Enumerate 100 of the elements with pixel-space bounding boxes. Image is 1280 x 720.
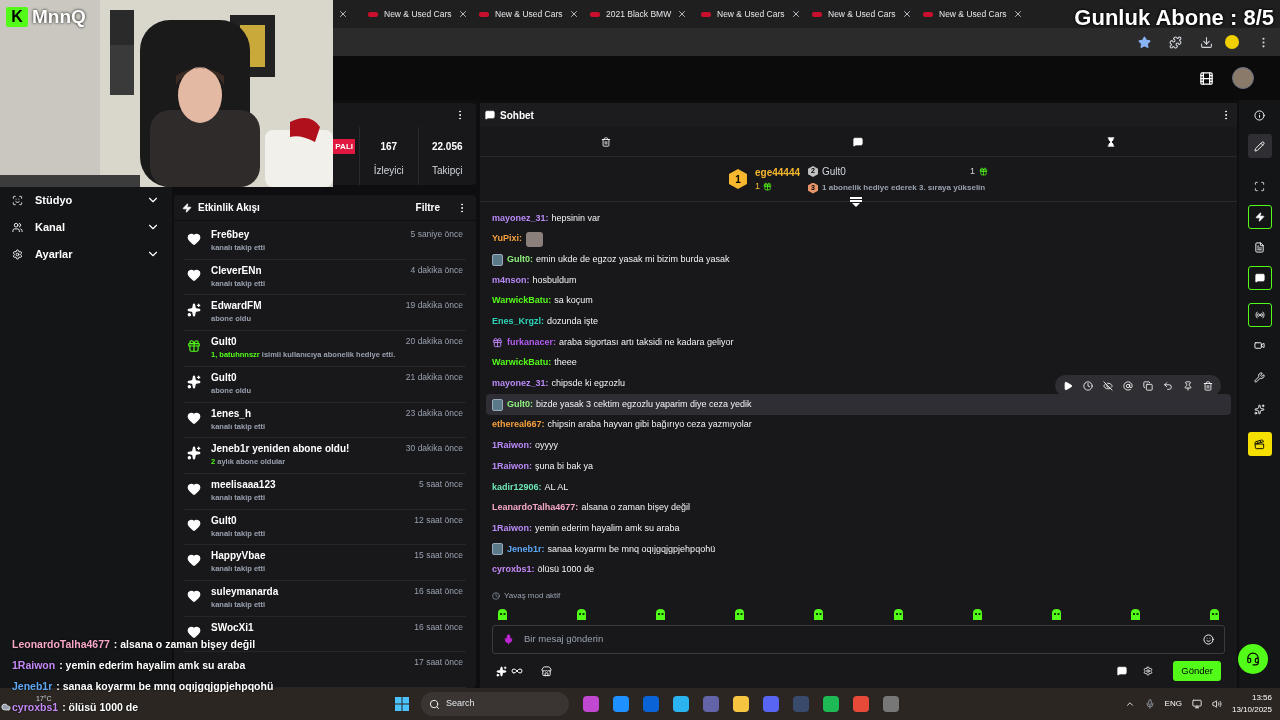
browser-tab[interactable]: New & Used Cars <box>828 7 896 21</box>
chat-username[interactable]: m4nson: <box>492 273 530 288</box>
download-icon[interactable] <box>1200 35 1213 49</box>
settings-icon[interactable] <box>1143 666 1154 676</box>
chat-username[interactable]: cyroxbs1: <box>492 563 535 577</box>
app-icon[interactable] <box>823 696 839 712</box>
language-indicator[interactable]: ENG <box>1164 698 1182 710</box>
close-tab-icon[interactable] <box>457 9 468 19</box>
hourglass-icon[interactable] <box>1105 136 1116 147</box>
support-button[interactable] <box>1237 644 1268 674</box>
emote-icon[interactable] <box>1049 607 1063 621</box>
browser-tab[interactable]: 2021 Black BMW <box>606 7 672 21</box>
sidebar-item[interactable]: Stüdyo <box>12 190 160 210</box>
chat-username[interactable]: 1Raiwon: <box>492 459 532 474</box>
chat-settings-icon[interactable] <box>1117 666 1128 676</box>
bookmark-icon[interactable] <box>1138 35 1151 49</box>
message-field[interactable]: Bir mesaj gönderin <box>524 632 1193 647</box>
play-icon[interactable] <box>1063 380 1073 391</box>
clapper-button[interactable] <box>1247 432 1272 456</box>
store-icon[interactable] <box>541 665 552 677</box>
close-tab-icon[interactable] <box>677 9 688 19</box>
start-icon[interactable] <box>395 697 409 711</box>
mention-icon[interactable] <box>1123 380 1133 391</box>
taskbar-search[interactable]: Search <box>421 692 569 716</box>
camera-icon[interactable] <box>1254 340 1265 351</box>
volume-icon[interactable] <box>1211 699 1222 709</box>
close-tab-icon[interactable] <box>790 9 801 19</box>
emoji-icon[interactable] <box>1203 634 1214 645</box>
sidebar-item[interactable]: Ayarlar <box>12 244 160 264</box>
clock-time[interactable]: 13:56 <box>1251 692 1272 704</box>
chat-icon[interactable] <box>853 136 864 147</box>
hide-icon[interactable] <box>1103 380 1113 391</box>
app-icon[interactable] <box>883 696 899 712</box>
emote-icon[interactable] <box>654 607 668 621</box>
emote-icon[interactable] <box>970 607 984 621</box>
send-button[interactable]: Gönder <box>1173 661 1221 681</box>
close-tab-icon[interactable] <box>1012 9 1023 19</box>
app-icon[interactable] <box>613 696 629 712</box>
app-icon[interactable] <box>583 696 599 712</box>
emote-icon[interactable] <box>812 607 826 621</box>
emote-icon[interactable] <box>891 607 905 621</box>
message-input[interactable]: Bir mesaj gönderin <box>492 625 1225 654</box>
close-tab-icon[interactable] <box>338 9 348 19</box>
chat-username[interactable]: Enes_Krgzl: <box>492 315 544 329</box>
microphone-icon[interactable] <box>503 634 514 645</box>
chat-username[interactable]: kadir12906: <box>492 480 542 495</box>
pin-icon[interactable] <box>1183 380 1193 391</box>
copy-icon[interactable] <box>1143 380 1153 391</box>
wrench-icon[interactable] <box>1254 372 1265 383</box>
trash-icon[interactable] <box>1203 380 1213 391</box>
quick-actions-button[interactable] <box>1247 205 1272 229</box>
browser-tab[interactable]: New & Used Cars <box>939 7 1007 21</box>
screen-icon[interactable] <box>1254 181 1265 192</box>
emote-icon[interactable] <box>1128 607 1142 621</box>
chat-message[interactable]: Gult0: bizde yasak 3 cektim egzozlu yaparim diye ceza yedik <box>486 394 1231 415</box>
clock-icon[interactable] <box>1083 380 1093 391</box>
chat-username[interactable]: ethereal667: <box>492 418 545 432</box>
chat-username[interactable]: Jeneb1r: <box>507 542 545 557</box>
user-avatar[interactable] <box>1232 67 1254 89</box>
edit-button[interactable] <box>1247 134 1272 158</box>
undo-icon[interactable] <box>1163 380 1173 391</box>
app-icon[interactable] <box>853 696 869 712</box>
clip-icon[interactable] <box>1199 70 1214 86</box>
chat-toggle-button[interactable] <box>1247 266 1272 290</box>
trash-icon[interactable] <box>601 136 612 147</box>
chat-username[interactable]: 1Raiwon: <box>492 439 532 453</box>
chat-username[interactable]: WarwickBatu: <box>492 356 552 370</box>
app-icon[interactable] <box>733 696 749 712</box>
event-name: 1enes_h <box>211 407 252 420</box>
chat-username[interactable]: furkanacer: <box>507 335 557 350</box>
profile-avatar[interactable] <box>1225 35 1239 49</box>
tray-expand-icon[interactable] <box>1124 699 1135 709</box>
notes-icon[interactable] <box>1254 242 1265 253</box>
browser-tab[interactable]: New & Used Cars <box>495 7 563 21</box>
extensions-icon[interactable] <box>1169 35 1182 49</box>
clock-date[interactable]: 13/10/2025 <box>1231 704 1272 716</box>
info-icon[interactable] <box>1254 110 1265 121</box>
chat-username[interactable]: Gult0: <box>507 252 533 267</box>
emote-icon[interactable] <box>1208 607 1221 621</box>
network-icon[interactable] <box>1191 699 1202 709</box>
emote-icon[interactable] <box>496 607 509 621</box>
chat-username[interactable]: Gult0: <box>507 397 533 412</box>
browser-tab[interactable]: New & Used Cars <box>717 7 785 21</box>
emote-icon[interactable] <box>575 607 589 621</box>
chat-username[interactable]: YuPixi: <box>492 232 522 246</box>
filter-button[interactable]: Filtre <box>415 200 440 216</box>
broadcast-button[interactable] <box>1247 303 1272 327</box>
close-tab-icon[interactable] <box>901 9 912 19</box>
emote-icon[interactable] <box>733 607 747 621</box>
sidebar-item[interactable]: Kanal <box>12 217 160 237</box>
collapse-icon[interactable] <box>850 197 862 207</box>
chat-username[interactable]: mayonez_31: <box>492 211 549 226</box>
microphone-icon[interactable] <box>1144 699 1155 709</box>
chat-username[interactable]: LeanardoTalha4677: <box>492 501 579 515</box>
chat-username[interactable]: WarwickBatu: <box>492 294 552 308</box>
chat-username[interactable]: 1Raiwon: <box>492 521 532 536</box>
chat-username[interactable]: mayonez_31: <box>492 377 549 391</box>
app-icon[interactable] <box>673 696 689 712</box>
browser-tab[interactable]: New & Used Cars <box>384 7 452 21</box>
close-tab-icon[interactable] <box>568 9 579 19</box>
